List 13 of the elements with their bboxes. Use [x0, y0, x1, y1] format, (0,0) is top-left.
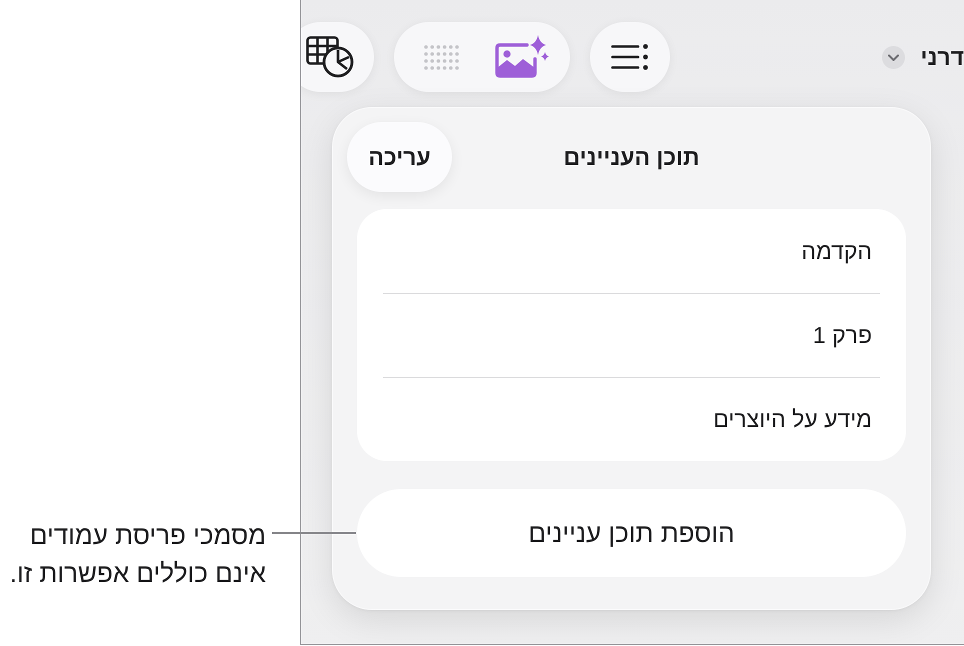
- callout-text: מסמכי פריסת עמודים אינם כוללים אפשרות זו.: [8, 519, 266, 590]
- toc-item[interactable]: פרק 1: [812, 322, 872, 349]
- document-title[interactable]: דרני: [920, 44, 964, 70]
- edit-button[interactable]: עריכה: [347, 122, 452, 192]
- list-icon: [610, 44, 648, 70]
- toc-item[interactable]: מידע על היוצרים: [713, 406, 872, 433]
- chevron-down-icon[interactable]: [882, 46, 904, 68]
- add-toc-button[interactable]: הוספת תוכן עניינים: [357, 489, 906, 577]
- toc-item[interactable]: הקדמה: [801, 238, 872, 264]
- panel-title: תוכן העניינים: [563, 144, 700, 170]
- table-chart-icon: [306, 36, 354, 78]
- image-sparkle-icon: [494, 35, 550, 79]
- dot-grid-icon: [424, 44, 459, 70]
